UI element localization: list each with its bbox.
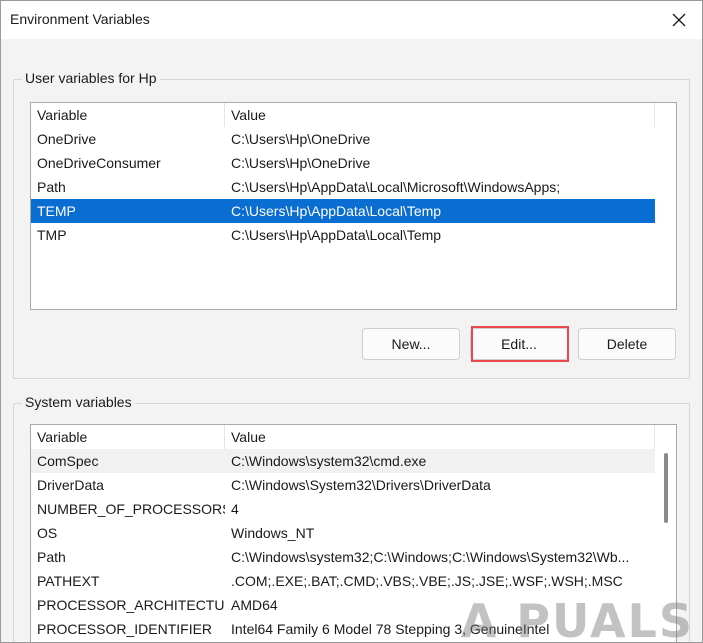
variable-name-cell: PROCESSOR_IDENTIFIER <box>37 621 213 637</box>
system-variables-label: System variables <box>22 394 135 410</box>
column-header-variable[interactable]: Variable <box>31 103 225 127</box>
table-row[interactable]: DriverData C:\Windows\System32\Drivers\Dr… <box>31 473 655 497</box>
variable-name-cell: NUMBER_OF_PROCESSORS <box>37 501 225 517</box>
variable-name-cell: PROCESSOR_ARCHITECTU... <box>37 597 225 613</box>
user-variables-label: User variables for Hp <box>22 70 160 86</box>
variable-value-cell: C:\Windows\system32;C:\Windows;C:\Window… <box>231 549 630 565</box>
delete-button[interactable]: Delete <box>578 328 676 360</box>
variable-name-cell: DriverData <box>37 477 104 493</box>
table-row[interactable]: OneDriveConsumer C:\Users\Hp\OneDrive <box>31 151 655 175</box>
table-row[interactable]: TEMP C:\Users\Hp\AppData\Local\Temp <box>31 199 655 223</box>
variable-value-cell: 4 <box>231 501 239 517</box>
edit-button[interactable]: Edit... <box>470 328 568 360</box>
variable-name-cell: ComSpec <box>37 453 99 469</box>
system-list-scrollbar[interactable] <box>656 449 676 642</box>
variable-name-cell: PATHEXT <box>37 573 100 589</box>
table-row[interactable]: PATHEXT .COM;.EXE;.BAT;.CMD;.VBS;.VBE;.JS… <box>31 569 655 593</box>
table-row[interactable]: NUMBER_OF_PROCESSORS 4 <box>31 497 655 521</box>
variable-value-cell: AMD64 <box>231 597 278 613</box>
table-row[interactable]: Path C:\Users\Hp\AppData\Local\Microsoft\… <box>31 175 655 199</box>
user-variables-group: User variables for Hp Variable Value One… <box>13 70 690 379</box>
table-row[interactable]: PROCESSOR_IDENTIFIER Intel64 Family 6 Mod… <box>31 617 655 641</box>
variable-name-cell: OneDrive <box>37 131 97 147</box>
title-bar: Environment Variables <box>1 1 702 39</box>
variable-name-cell: Path <box>37 549 66 565</box>
variable-value-cell: C:\Users\Hp\OneDrive <box>231 155 371 171</box>
column-header-value[interactable]: Value <box>225 425 655 449</box>
variable-value-cell: C:\Users\Hp\AppData\Local\Temp <box>231 203 442 219</box>
user-variables-list[interactable]: Variable Value OneDrive C:\Users\Hp\OneDr… <box>30 102 677 310</box>
user-list-header: Variable Value <box>31 103 676 127</box>
variable-value-cell: C:\Windows\system32\cmd.exe <box>231 453 427 469</box>
variable-name-cell: TEMP <box>37 203 76 219</box>
system-list-header: Variable Value <box>31 425 676 449</box>
close-button[interactable] <box>656 1 702 39</box>
variable-name-cell: OneDriveConsumer <box>37 155 161 171</box>
column-header-variable[interactable]: Variable <box>31 425 225 449</box>
variable-name-cell: OS <box>37 525 58 541</box>
table-row[interactable]: OneDrive C:\Users\Hp\OneDrive <box>31 127 655 151</box>
system-variables-list[interactable]: Variable Value ComSpec C:\Windows\system3… <box>30 424 677 642</box>
variable-value-cell: C:\Users\Hp\OneDrive <box>231 131 371 147</box>
variable-name-cell: Path <box>37 179 66 195</box>
system-variables-group: System variables Variable Value ComSpec C… <box>13 394 690 642</box>
variable-value-cell: .COM;.EXE;.BAT;.CMD;.VBS;.VBE;.JS;.JSE;.… <box>231 573 623 589</box>
variable-value-cell: C:\Users\Hp\AppData\Local\Microsoft\Wind… <box>231 179 561 195</box>
window-title: Environment Variables <box>10 11 150 27</box>
scrollbar-thumb[interactable] <box>664 453 668 523</box>
table-row[interactable]: OS Windows_NT <box>31 521 655 545</box>
column-header-value[interactable]: Value <box>225 103 655 127</box>
variable-value-cell: C:\Windows\System32\Drivers\DriverData <box>231 477 491 493</box>
variable-value-cell: Windows_NT <box>231 525 315 541</box>
variable-value-cell: C:\Users\Hp\AppData\Local\Temp <box>231 227 442 243</box>
close-icon <box>672 13 686 27</box>
table-row[interactable]: ComSpec C:\Windows\system32\cmd.exe <box>31 449 655 473</box>
environment-variables-dialog: Environment Variables User variables for… <box>0 0 703 643</box>
table-row[interactable]: PROCESSOR_ARCHITECTU... AMD64 <box>31 593 655 617</box>
variable-name-cell: TMP <box>37 227 67 243</box>
table-row[interactable]: Path C:\Windows\system32;C:\Windows;C:\Wi… <box>31 545 655 569</box>
new-button[interactable]: New... <box>362 328 460 360</box>
variable-value-cell: Intel64 Family 6 Model 78 Stepping 3, Ge… <box>231 621 550 637</box>
table-row[interactable]: TMP C:\Users\Hp\AppData\Local\Temp <box>31 223 655 247</box>
